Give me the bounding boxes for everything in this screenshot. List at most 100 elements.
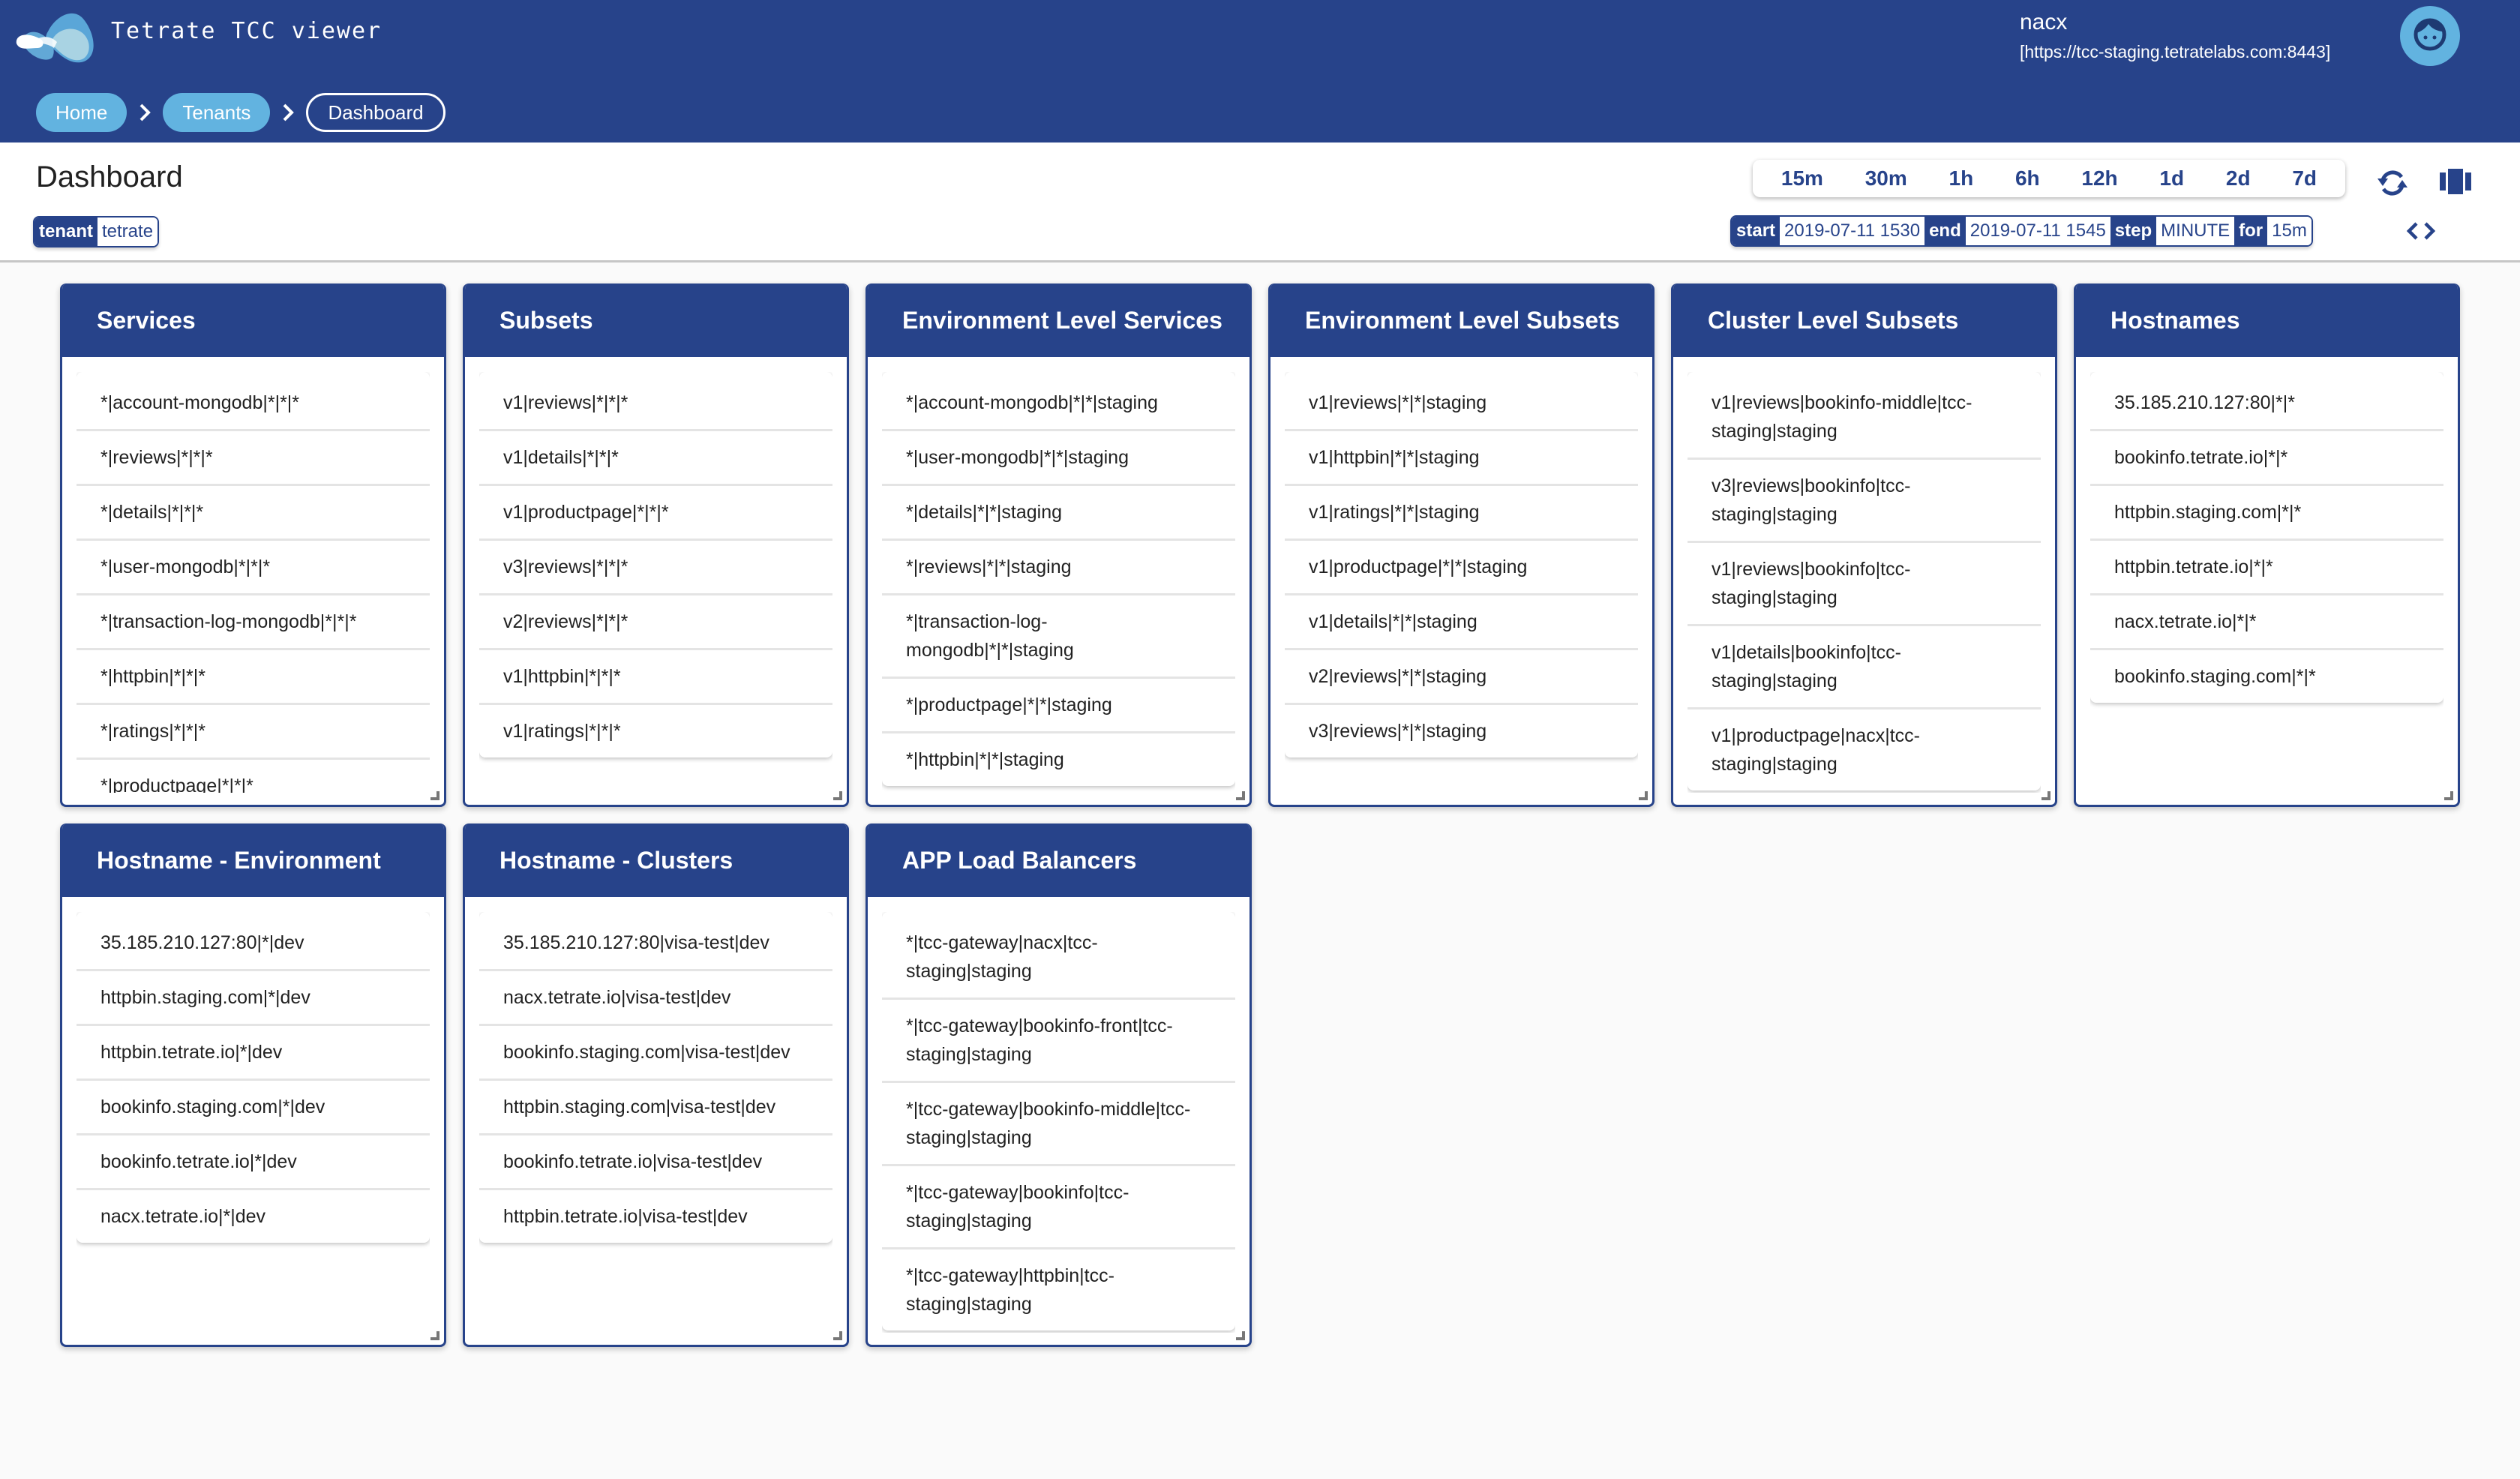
panel-hostname-clusters[interactable]: Hostname - Clusters 35.185.210.127:80|vis… (463, 824, 849, 1347)
range-1h-button[interactable]: 1h (1942, 166, 1982, 190)
list-item[interactable]: *|tcc-gateway|bookinfo-middle|tcc-stagin… (882, 1083, 1235, 1166)
list-item[interactable]: v1|productpage|nacx|tcc-staging|staging (1688, 710, 2041, 790)
panel-hostnames[interactable]: Hostnames 35.185.210.127:80|*|* bookinfo.t… (2074, 284, 2460, 807)
list-item[interactable]: bookinfo.staging.com|*|* (2090, 650, 2444, 703)
list-item[interactable]: nacx.tetrate.io|visa-test|dev (479, 971, 832, 1026)
list-item[interactable]: httpbin.staging.com|*|* (2090, 486, 2444, 541)
panel-title[interactable]: Environment Level Subsets (1270, 284, 1652, 357)
resize-handle-icon[interactable] (833, 1331, 842, 1340)
list-item[interactable]: nacx.tetrate.io|*|dev (76, 1190, 430, 1243)
range-1d-button[interactable]: 1d (2152, 166, 2192, 190)
list-item[interactable]: httpbin.staging.com|visa-test|dev (479, 1081, 832, 1136)
list-item[interactable]: nacx.tetrate.io|*|* (2090, 596, 2444, 650)
list-item[interactable]: *|reviews|*|*|* (76, 431, 430, 486)
list-item[interactable]: *|user-mongodb|*|*|staging (882, 431, 1235, 486)
panel-title[interactable]: Hostnames (2076, 284, 2458, 357)
list-item[interactable]: *|transaction-log-mongodb|*|*|* (76, 596, 430, 650)
list-item[interactable]: *|account-mongodb|*|*|staging (882, 376, 1235, 431)
range-6h-button[interactable]: 6h (2008, 166, 2048, 190)
avatar[interactable] (2400, 6, 2460, 66)
list-item[interactable]: bookinfo.tetrate.io|*|* (2090, 431, 2444, 486)
list-item[interactable]: 35.185.210.127:80|visa-test|dev (479, 916, 832, 971)
panel-title[interactable]: Cluster Level Subsets (1673, 284, 2055, 357)
panel-cluster-level-subsets[interactable]: Cluster Level Subsets v1|reviews|bookinfo… (1671, 284, 2057, 807)
panel-environment-level-services[interactable]: Environment Level Services *|account-mong… (866, 284, 1252, 807)
list-item[interactable]: v1|ratings|*|*|staging (1285, 486, 1638, 541)
list-item[interactable]: *|tcc-gateway|httpbin|tcc-staging|stagin… (882, 1250, 1235, 1330)
list-item[interactable]: v3|reviews|*|*|* (479, 541, 832, 596)
panel-title[interactable]: Hostname - Environment (62, 824, 444, 897)
start-value[interactable]: 2019-07-11 1530 (1780, 217, 1925, 245)
list-item[interactable]: httpbin.tetrate.io|*|* (2090, 541, 2444, 596)
list-item[interactable]: *|details|*|*|staging (882, 486, 1235, 541)
list-item[interactable]: *|httpbin|*|*|* (76, 650, 430, 705)
list-item[interactable]: v1|httpbin|*|*|staging (1285, 431, 1638, 486)
tetrate-logo-icon[interactable] (10, 9, 100, 66)
list-item[interactable]: *|user-mongodb|*|*|* (76, 541, 430, 596)
list-item[interactable]: v1|reviews|bookinfo-middle|tcc-staging|s… (1688, 376, 2041, 460)
panel-title[interactable]: Services (62, 284, 444, 357)
panel-environment-level-subsets[interactable]: Environment Level Subsets v1|reviews|*|*|… (1268, 284, 1654, 807)
resize-handle-icon[interactable] (2444, 791, 2453, 800)
list-item[interactable]: *|reviews|*|*|staging (882, 541, 1235, 596)
breadcrumb-home[interactable]: Home (36, 93, 128, 132)
list-item[interactable]: v1|reviews|bookinfo|tcc-staging|staging (1688, 543, 2041, 626)
tenant-value[interactable]: tetrate (98, 218, 158, 246)
list-item[interactable]: *|ratings|*|*|* (76, 705, 430, 760)
resize-handle-icon[interactable] (1236, 1331, 1245, 1340)
list-item[interactable]: httpbin.staging.com|*|dev (76, 971, 430, 1026)
list-item[interactable]: httpbin.tetrate.io|visa-test|dev (479, 1190, 832, 1243)
list-item[interactable]: bookinfo.staging.com|visa-test|dev (479, 1026, 832, 1081)
list-item[interactable]: httpbin.tetrate.io|*|dev (76, 1026, 430, 1081)
list-item[interactable]: *|tcc-gateway|bookinfo-front|tcc-staging… (882, 1000, 1235, 1083)
list-item[interactable]: v2|reviews|*|*|* (479, 596, 832, 650)
list-item[interactable]: v1|ratings|*|*|* (479, 705, 832, 758)
resize-handle-icon[interactable] (2042, 791, 2050, 800)
panel-title[interactable]: Environment Level Services (868, 284, 1250, 357)
list-item[interactable]: bookinfo.staging.com|*|dev (76, 1081, 430, 1136)
resize-handle-icon[interactable] (1236, 791, 1245, 800)
list-item[interactable]: *|productpage|*|*|* (76, 760, 430, 793)
panel-body[interactable]: v1|reviews|bookinfo-middle|tcc-staging|s… (1688, 372, 2041, 793)
list-item[interactable]: v1|reviews|*|*|staging (1285, 376, 1638, 431)
panel-body[interactable]: v1|reviews|*|*|staging v1|httpbin|*|*|sta… (1285, 372, 1638, 793)
list-item[interactable]: *|tcc-gateway|nacx|tcc-staging|staging (882, 916, 1235, 1000)
range-7d-button[interactable]: 7d (2284, 166, 2324, 190)
resize-handle-icon[interactable] (1639, 791, 1648, 800)
panel-body[interactable]: *|tcc-gateway|nacx|tcc-staging|staging *|… (882, 912, 1235, 1333)
panel-body[interactable]: *|account-mongodb|*|*|* *|reviews|*|*|* *|… (76, 372, 430, 793)
panel-title[interactable]: Hostname - Clusters (465, 824, 847, 897)
range-15m-button[interactable]: 15m (1774, 166, 1831, 190)
code-icon[interactable] (2404, 218, 2438, 244)
panel-body[interactable]: v1|reviews|*|*|* v1|details|*|*|* v1|produ… (479, 372, 832, 793)
list-item[interactable]: *|tcc-gateway|bookinfo|tcc-staging|stagi… (882, 1166, 1235, 1250)
breadcrumb-tenants[interactable]: Tenants (163, 93, 271, 132)
list-item[interactable]: v1|details|*|*|* (479, 431, 832, 486)
list-item[interactable]: v2|reviews|*|*|staging (1285, 650, 1638, 705)
resize-handle-icon[interactable] (430, 791, 440, 800)
panel-body[interactable]: 35.185.210.127:80|*|dev httpbin.staging.c… (76, 912, 430, 1333)
panel-body[interactable]: 35.185.210.127:80|visa-test|dev nacx.tetr… (479, 912, 832, 1333)
list-item[interactable]: v1|httpbin|*|*|* (479, 650, 832, 705)
list-item[interactable]: v3|reviews|*|*|staging (1285, 705, 1638, 758)
for-value[interactable]: 15m (2267, 217, 2312, 245)
list-item[interactable]: v1|reviews|*|*|* (479, 376, 832, 431)
list-item[interactable]: bookinfo.tetrate.io|*|dev (76, 1136, 430, 1190)
range-2d-button[interactable]: 2d (2218, 166, 2258, 190)
list-item[interactable]: bookinfo.tetrate.io|visa-test|dev (479, 1136, 832, 1190)
list-item[interactable]: 35.185.210.127:80|*|* (2090, 376, 2444, 431)
range-12h-button[interactable]: 12h (2074, 166, 2125, 190)
range-30m-button[interactable]: 30m (1858, 166, 1915, 190)
panel-title[interactable]: Subsets (465, 284, 847, 357)
panel-services[interactable]: Services *|account-mongodb|*|*|* *|reviews… (60, 284, 446, 807)
list-item[interactable]: *|details|*|*|* (76, 486, 430, 541)
list-item[interactable]: *|productpage|*|*|staging (882, 679, 1235, 734)
panel-subsets[interactable]: Subsets v1|reviews|*|*|* v1|details|*|*|* v… (463, 284, 849, 807)
resize-handle-icon[interactable] (833, 791, 842, 800)
list-item[interactable]: *|transaction-log-mongodb|*|*|staging (882, 596, 1235, 679)
resize-handle-icon[interactable] (430, 1331, 440, 1340)
list-item[interactable]: v1|productpage|*|*|staging (1285, 541, 1638, 596)
list-item[interactable]: *|account-mongodb|*|*|* (76, 376, 430, 431)
refresh-icon[interactable] (2374, 165, 2410, 201)
panel-body[interactable]: 35.185.210.127:80|*|* bookinfo.tetrate.io… (2090, 372, 2444, 793)
